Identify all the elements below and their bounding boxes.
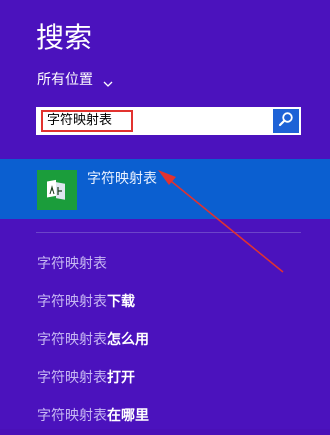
search-box — [36, 107, 301, 135]
suggestion-query: 字符映射表 — [37, 370, 107, 386]
search-suggestions: 字符映射表 字符映射表 下载 字符映射表 怎么用 字符映射表 打开 字符映射表 … — [37, 245, 317, 435]
suggestion-query: 字符映射表 — [37, 256, 107, 272]
chevron-down-icon — [103, 75, 113, 87]
suggestion-item[interactable]: 字符映射表 在哪里 — [37, 397, 317, 435]
suggestion-suffix: 下载 — [107, 294, 135, 310]
suggestion-item[interactable]: 字符映射表 — [37, 245, 317, 283]
search-charm-panel: 搜索 所有位置 字符映射表 字符映射表 字符映射表 字符映射表 下载 字符映射表… — [0, 0, 330, 429]
page-title: 搜索 — [36, 21, 93, 54]
search-scope-label: 所有位置 — [37, 72, 93, 88]
suggestion-suffix: 怎么用 — [107, 332, 149, 348]
result-label: 字符映射表 — [87, 171, 157, 187]
search-button[interactable] — [273, 109, 299, 133]
divider — [36, 232, 301, 233]
suggestion-item[interactable]: 字符映射表 怎么用 — [37, 321, 317, 359]
search-input-highlight — [41, 110, 133, 132]
suggestion-item[interactable]: 字符映射表 下载 — [37, 283, 317, 321]
suggestion-query: 字符映射表 — [37, 408, 107, 424]
suggestion-suffix: 在哪里 — [107, 408, 149, 424]
character-map-app-icon — [37, 170, 77, 210]
search-scope-dropdown[interactable]: 所有位置 — [37, 70, 113, 90]
suggestion-query: 字符映射表 — [37, 294, 107, 310]
search-input[interactable] — [47, 112, 127, 130]
search-icon — [278, 111, 294, 131]
result-item-character-map[interactable]: 字符映射表 — [0, 159, 330, 219]
suggestion-suffix: 打开 — [107, 370, 135, 386]
suggestion-query: 字符映射表 — [37, 332, 107, 348]
suggestion-item[interactable]: 字符映射表 打开 — [37, 359, 317, 397]
